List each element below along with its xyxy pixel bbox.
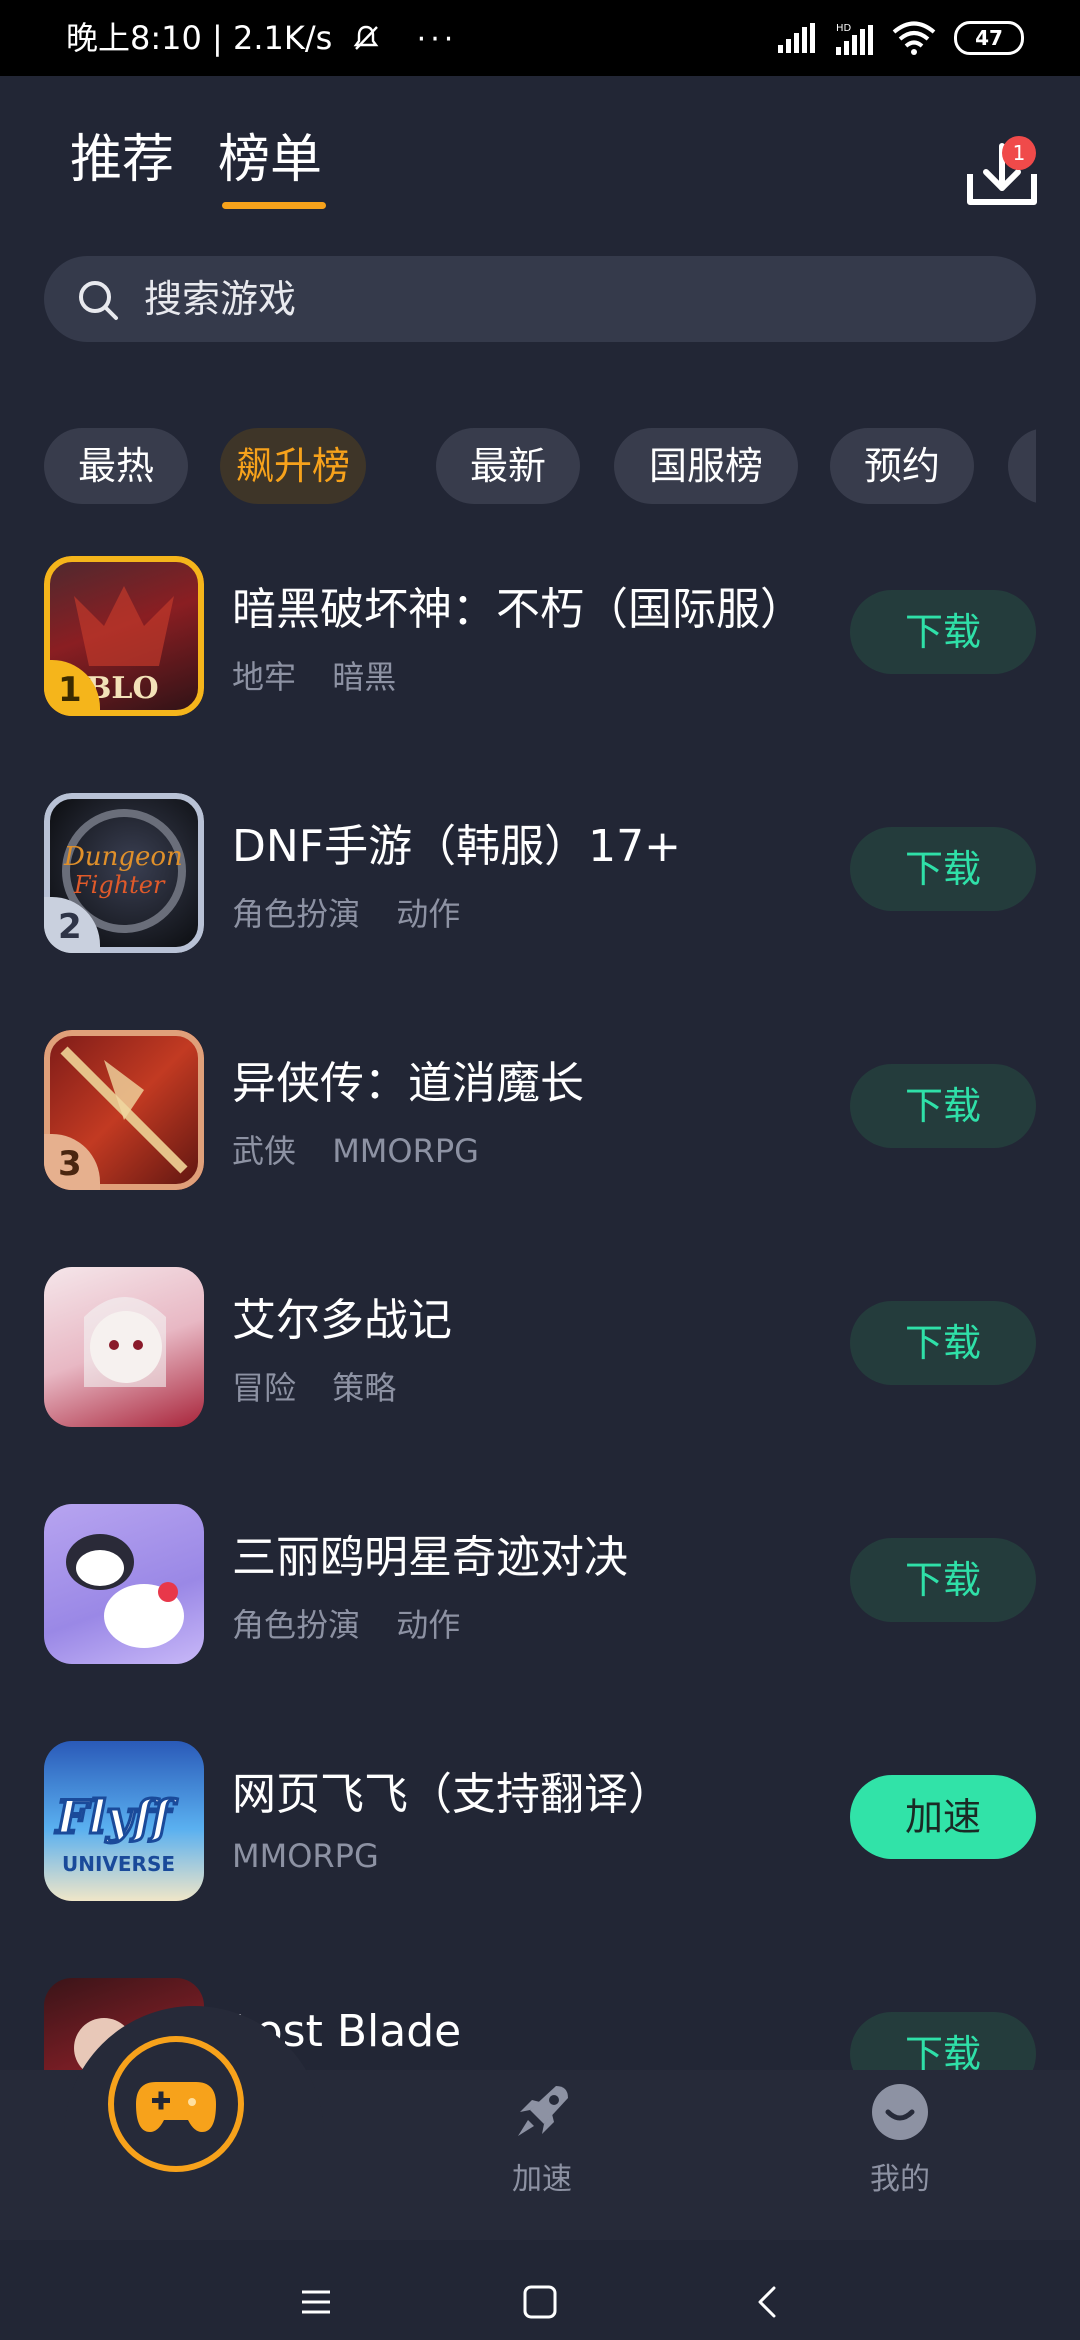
game-tags: 地牢 暗黑: [232, 652, 422, 698]
search-bar[interactable]: 搜索游戏: [44, 256, 1036, 342]
profile-icon: [872, 2084, 928, 2140]
nav-profile-label: 我的: [870, 2162, 930, 2197]
download-button[interactable]: 下载: [850, 1064, 1036, 1148]
tag: 策略: [332, 1369, 397, 1407]
bottom-navigation: 加速 我的: [0, 2006, 1080, 2340]
tag: 动作: [396, 1606, 461, 1644]
mute-bell-icon: [353, 25, 378, 50]
active-tab-indicator: [222, 202, 326, 209]
tag: MMORPG: [332, 1132, 479, 1170]
game-tags: 角色扮演 动作: [232, 1600, 486, 1646]
game-icon: Dungeon Fighter 2: [44, 793, 204, 953]
chip-preorder[interactable]: 预约: [830, 428, 974, 504]
system-navigation-bar: [0, 2240, 1080, 2340]
chip-newest[interactable]: 最新: [436, 428, 580, 504]
more-dots: ···: [416, 22, 458, 57]
game-list: BLO 1 暗黑破坏神：不朽（国际服） 地牢 暗黑 下载 Dungeon Fig…: [0, 540, 1080, 2070]
svg-text:UNIVERSE: UNIVERSE: [62, 1852, 175, 1876]
game-title: 网页飞飞（支持翻译）: [232, 1769, 672, 1820]
nav-profile[interactable]: 我的: [830, 2080, 970, 2198]
category-chips: 最热 飙升榜 最新 国服榜 预约: [44, 428, 1036, 504]
list-item[interactable]: 3 异侠传：道消魔长 武侠 MMORPG 下载: [0, 1022, 1080, 1202]
game-title: 艾尔多战记: [232, 1295, 452, 1346]
chip-rising[interactable]: 飙升榜: [220, 428, 366, 504]
flyff-logo-icon: Flyff UNIVERSE: [53, 1789, 180, 1877]
game-title: Lost Blade: [232, 2006, 462, 2057]
download-button[interactable]: 下载: [850, 590, 1036, 674]
status-time-speed: 晚上8:10 | 2.1K/s: [66, 19, 333, 57]
chip-china-server[interactable]: 国服榜: [614, 428, 798, 504]
chip-more[interactable]: [1008, 428, 1036, 504]
game-tags: 武侠 MMORPG: [232, 1126, 505, 1172]
list-item[interactable]: Flyff UNIVERSE 网页飞飞（支持翻译） MMORPG 加速: [0, 1733, 1080, 1913]
game-title: 暗黑破坏神：不朽（国际服）: [232, 584, 804, 635]
game-title: 异侠传：道消魔长: [232, 1058, 584, 1109]
svg-text:Flyff: Flyff: [54, 1790, 178, 1844]
sanrio-characters-icon: [66, 1534, 184, 1648]
download-button[interactable]: 下载: [850, 1301, 1036, 1385]
chip-hottest[interactable]: 最热: [44, 428, 188, 504]
list-item[interactable]: 三丽鸥明星奇迹对决 角色扮演 动作 下载: [0, 1496, 1080, 1676]
svg-text:HD: HD: [836, 23, 852, 34]
download-count-badge: 1: [1002, 136, 1036, 170]
tag: 角色扮演: [232, 1606, 361, 1644]
status-right: HD 47: [776, 18, 1024, 58]
game-tags: 冒险 策略: [232, 1363, 422, 1409]
home-icon[interactable]: [520, 2282, 560, 2322]
list-item[interactable]: BLO 1 暗黑破坏神：不朽（国际服） 地牢 暗黑 下载: [0, 548, 1080, 728]
game-title: 三丽鸥明星奇迹对决: [232, 1532, 628, 1583]
tab-recommend[interactable]: 推荐: [70, 122, 174, 198]
status-left: 晚上8:10 | 2.1K/s ···: [66, 14, 457, 64]
search-placeholder: 搜索游戏: [144, 277, 297, 321]
tag: 角色扮演: [232, 895, 361, 933]
gamepad-icon: [136, 2082, 216, 2132]
rocket-icon: [518, 2086, 568, 2136]
tag: 冒险: [232, 1369, 297, 1407]
download-button[interactable]: 下载: [850, 1538, 1036, 1622]
game-icon: BLO 1: [44, 556, 204, 716]
battery-indicator: 47: [954, 21, 1024, 55]
back-icon[interactable]: [748, 2282, 788, 2322]
tag: 动作: [396, 895, 461, 933]
nav-boost-label: 加速: [512, 2162, 572, 2197]
game-icon: [44, 1504, 204, 1664]
game-tags: MMORPG: [232, 1837, 405, 1875]
list-item[interactable]: Dungeon Fighter 2 DNF手游（韩服）17+ 角色扮演 动作 下…: [0, 785, 1080, 965]
boost-button[interactable]: 加速: [850, 1775, 1036, 1859]
signal-hd-icon: HD: [836, 23, 873, 55]
game-title: DNF手游（韩服）17+: [232, 821, 681, 872]
wifi-icon: [892, 21, 936, 55]
tab-rankings[interactable]: 榜单: [218, 122, 322, 198]
game-tags: 角色扮演 动作: [232, 889, 486, 935]
nav-games-button[interactable]: [108, 2036, 244, 2172]
search-icon: [79, 281, 118, 320]
tag: 地牢: [232, 658, 297, 696]
download-button[interactable]: 下载: [850, 827, 1036, 911]
anime-girl-icon: [84, 1297, 166, 1387]
tag: MMORPG: [232, 1837, 379, 1875]
status-bar: 晚上8:10 | 2.1K/s ··· HD 47: [0, 0, 1080, 76]
download-button[interactable]: 下载: [850, 2012, 1036, 2070]
nav-boost[interactable]: 加速: [472, 2080, 612, 2198]
game-icon: 3: [44, 1030, 204, 1190]
list-item[interactable]: 艾尔多战记 冒险 策略 下载: [0, 1259, 1080, 1439]
game-icon: [44, 1267, 204, 1427]
tag: 暗黑: [332, 658, 397, 696]
menu-icon[interactable]: [296, 2282, 336, 2322]
game-icon: Flyff UNIVERSE: [44, 1741, 204, 1901]
signal-icon: [778, 23, 815, 53]
tag: 武侠: [232, 1132, 297, 1170]
